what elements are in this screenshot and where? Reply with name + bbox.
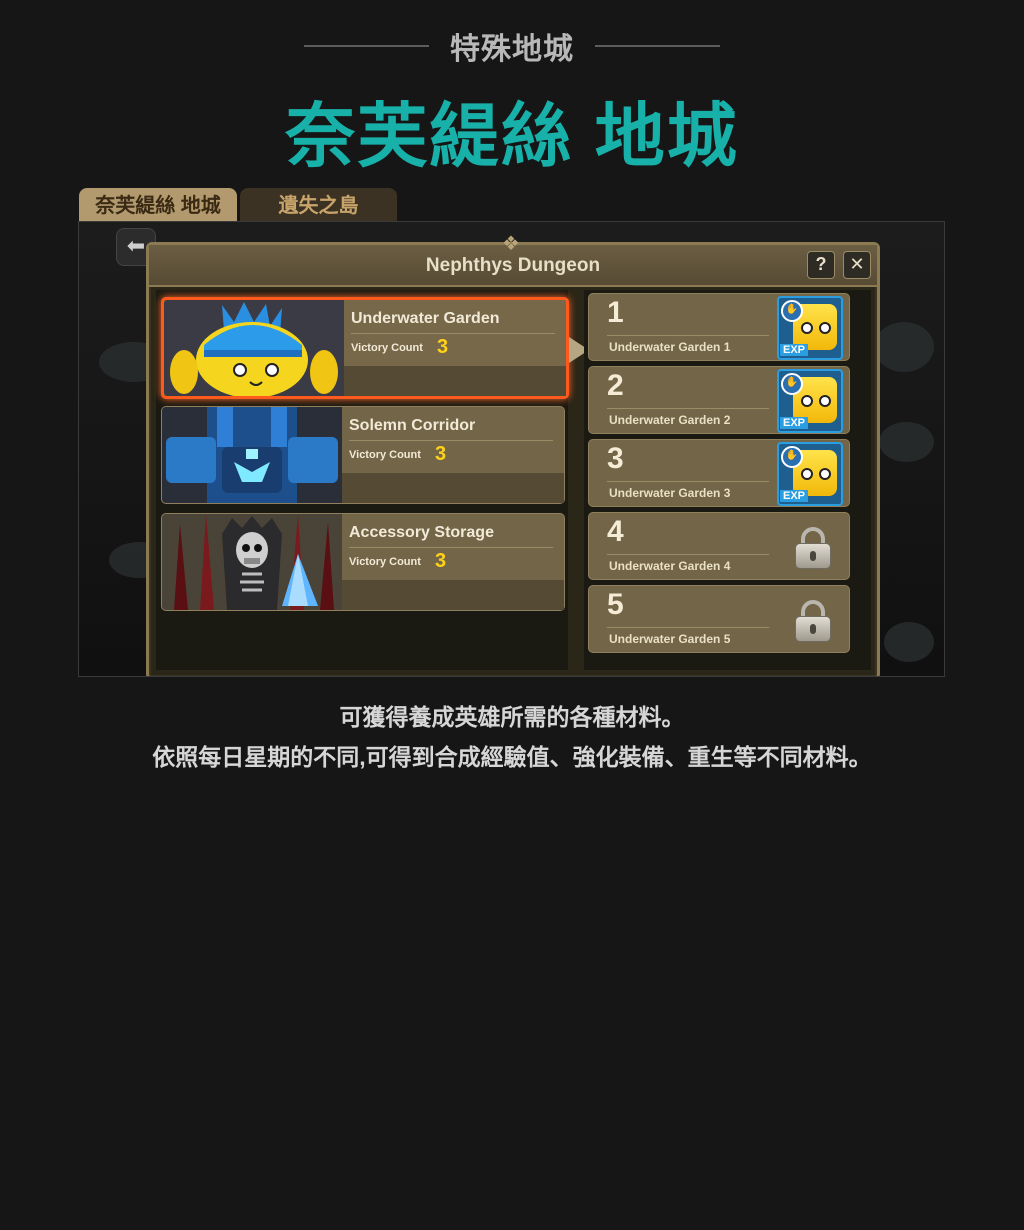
background-cloud xyxy=(874,322,934,372)
stage-label: Underwater Garden 1 xyxy=(609,340,731,354)
dungeon-panel: ❖ Nephthys Dungeon ? ✕ Underwater Garden… xyxy=(146,233,880,676)
hand-icon: ✋ xyxy=(781,373,803,395)
hand-icon: ✋ xyxy=(781,446,803,468)
divider xyxy=(607,554,769,555)
section-kicker: 特殊地城 xyxy=(450,33,574,66)
stage-label: Underwater Garden 2 xyxy=(609,413,731,427)
exp-reward-icon: ✋ EXP xyxy=(777,442,843,506)
stage-number: 4 xyxy=(607,515,624,548)
divider xyxy=(349,547,553,548)
dungeon-name: Underwater Garden xyxy=(351,310,500,327)
divider xyxy=(607,627,769,628)
eye xyxy=(819,322,831,334)
dungeon-card-accessory-storage[interactable]: Accessory Storage Victory Count 3 xyxy=(161,513,565,611)
tab-lost-island[interactable]: 遺失之島 xyxy=(240,188,397,222)
exp-badge: EXP xyxy=(780,417,809,429)
card-band xyxy=(342,473,564,503)
card-band xyxy=(344,366,566,396)
exp-badge: EXP xyxy=(780,344,809,356)
stage-number: 3 xyxy=(607,442,624,475)
stage-row[interactable]: 3 Underwater Garden 3 ✋ EXP xyxy=(588,439,850,507)
victory-count-label: Victory Count xyxy=(349,449,421,461)
close-button[interactable]: ✕ xyxy=(843,251,871,279)
panel-title: Nephthys Dungeon xyxy=(425,255,601,276)
stage-row-locked[interactable]: 5 Underwater Garden 5 xyxy=(588,585,850,653)
eye xyxy=(819,395,831,407)
card-band xyxy=(342,580,564,610)
eye xyxy=(801,468,813,480)
stage-number: 2 xyxy=(607,369,624,402)
divider xyxy=(607,335,769,336)
game-screenshot: ⬅ ❖ Nephthys Dungeon ? ✕ Underwater Gard… xyxy=(78,221,945,677)
dungeon-list: Underwater Garden Victory Count 3 Solemn… xyxy=(156,290,569,670)
dungeon-card-solemn-corridor[interactable]: Solemn Corridor Victory Count 3 xyxy=(161,406,565,504)
page-title: 奈芙緹絲 地城 xyxy=(285,97,739,175)
yellow-jelly-monster-portrait xyxy=(164,300,344,396)
hand-icon: ✋ xyxy=(781,300,803,322)
blue-golem-portrait xyxy=(162,407,342,503)
background-cloud xyxy=(879,422,934,462)
divider xyxy=(349,440,553,441)
eye xyxy=(801,322,813,334)
stage-label: Underwater Garden 3 xyxy=(609,486,731,500)
victory-count-value: 3 xyxy=(435,550,447,572)
description-line-2: 依照每日星期的不同,可得到合成經驗值、強化裝備、重生等不同材料。 xyxy=(152,744,872,770)
exp-reward-icon: ✋ EXP xyxy=(777,296,843,360)
stage-row[interactable]: 1 Underwater Garden 1 ✋ EXP xyxy=(588,293,850,361)
eye xyxy=(819,468,831,480)
divider xyxy=(607,481,769,482)
skeleton-king-portrait xyxy=(162,514,342,610)
stage-list: 1 Underwater Garden 1 ✋ EXP 2 Underwater… xyxy=(584,290,871,670)
dungeon-card-underwater-garden[interactable]: Underwater Garden Victory Count 3 xyxy=(161,297,569,399)
victory-count-value: 3 xyxy=(435,443,447,465)
divider xyxy=(351,333,555,334)
description-line-1: 可獲得養成英雄所需的各種材料。 xyxy=(339,704,685,730)
divider xyxy=(607,408,769,409)
panel-header: ❖ Nephthys Dungeon ? ✕ xyxy=(149,233,877,287)
victory-count-label: Victory Count xyxy=(351,342,423,354)
exp-badge: EXP xyxy=(780,490,809,502)
eye xyxy=(801,395,813,407)
stage-row[interactable]: 2 Underwater Garden 2 ✋ EXP xyxy=(588,366,850,434)
stage-label: Underwater Garden 4 xyxy=(609,559,731,573)
dungeon-name: Accessory Storage xyxy=(349,524,494,541)
victory-count-label: Victory Count xyxy=(349,556,421,568)
tab-nephthys-dungeon[interactable]: 奈芙緹絲 地城 xyxy=(79,188,237,222)
background-cloud xyxy=(884,622,934,662)
stage-number: 5 xyxy=(607,588,624,621)
exp-reward-icon: ✋ EXP xyxy=(777,369,843,433)
lock-icon xyxy=(795,527,831,569)
help-button[interactable]: ? xyxy=(807,251,835,279)
lock-icon xyxy=(795,600,831,642)
dungeon-name: Solemn Corridor xyxy=(349,417,476,434)
ornament-icon: ❖ xyxy=(502,233,520,255)
stage-row-locked[interactable]: 4 Underwater Garden 4 xyxy=(588,512,850,580)
stage-number: 1 xyxy=(607,296,624,329)
stage-label: Underwater Garden 5 xyxy=(609,632,731,646)
victory-count-value: 3 xyxy=(437,336,449,358)
